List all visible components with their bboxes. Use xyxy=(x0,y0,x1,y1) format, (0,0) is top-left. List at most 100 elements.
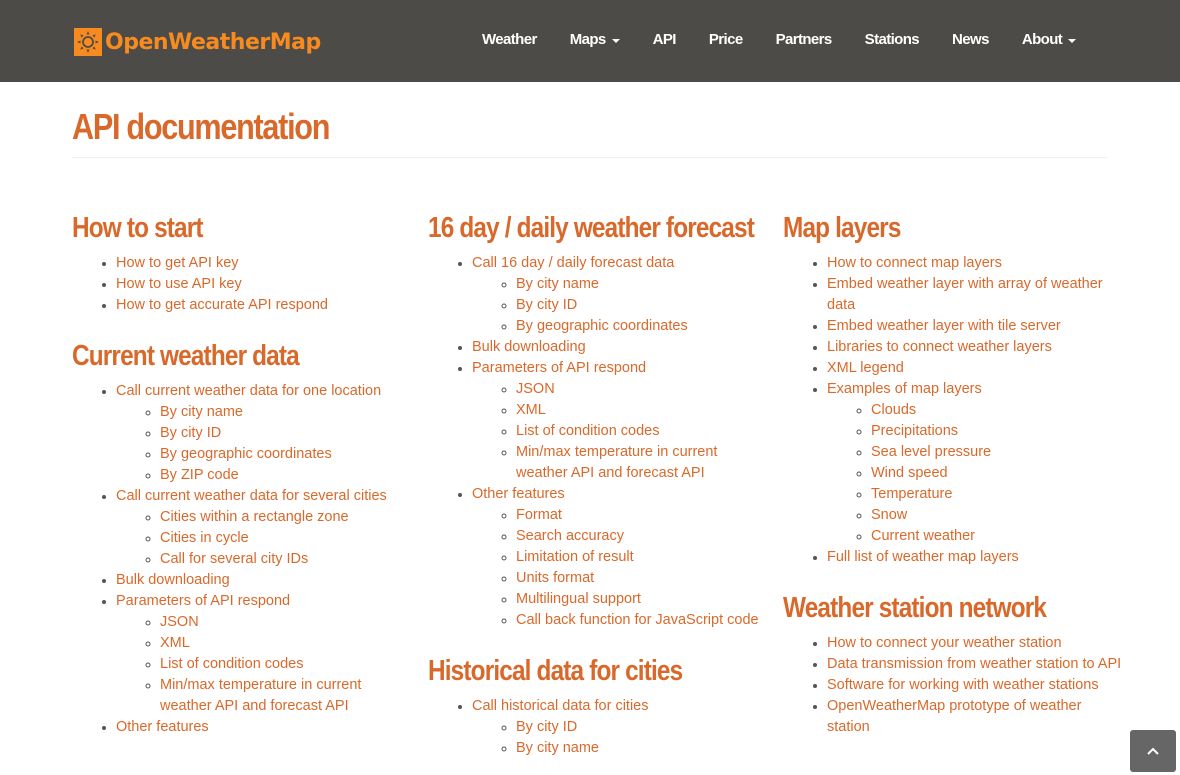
doc-link[interactable]: How to use API key xyxy=(116,276,242,292)
doc-link[interactable]: Call historical data for cities xyxy=(472,698,649,714)
doc-link[interactable]: Call current weather data for several ci… xyxy=(116,488,387,504)
doc-link[interactable]: Search accuracy xyxy=(516,528,624,544)
doc-link[interactable]: By geographic coordinates xyxy=(160,446,332,462)
doc-link[interactable]: XML xyxy=(516,402,546,418)
nav-api[interactable]: API xyxy=(653,31,677,48)
forecast-16-list: Call 16 day / daily forecast data By cit… xyxy=(428,253,768,631)
doc-link[interactable]: Call 16 day / daily forecast data xyxy=(472,255,674,271)
doc-link[interactable]: By ZIP code xyxy=(160,467,239,483)
sub-list-item: By city ID xyxy=(516,295,768,316)
doc-link[interactable]: Call for several city IDs xyxy=(160,551,308,567)
doc-link[interactable]: Parameters of API respond xyxy=(116,593,290,609)
sub-list-item: XML xyxy=(516,400,768,421)
doc-link[interactable]: Snow xyxy=(871,507,907,523)
doc-link[interactable]: Libraries to connect weather layers xyxy=(827,339,1052,355)
doc-link[interactable]: Format xyxy=(516,507,562,523)
doc-link[interactable]: Other features xyxy=(116,719,209,735)
chevron-up-icon xyxy=(1147,747,1159,755)
brand-name: OpenWeatherMap xyxy=(105,29,321,55)
station-network-list: How to connect your weather station Data… xyxy=(783,633,1123,738)
scroll-to-top-button[interactable] xyxy=(1130,730,1176,772)
doc-link[interactable]: XML xyxy=(160,635,190,651)
doc-link[interactable]: Embed weather layer with tile server xyxy=(827,318,1061,334)
sub-list-item: By city ID xyxy=(160,423,412,444)
doc-link[interactable]: Software for working with weather statio… xyxy=(827,677,1099,693)
doc-link[interactable]: Examples of map layers xyxy=(827,381,982,397)
doc-link[interactable]: How to get accurate API respond xyxy=(116,297,328,313)
doc-link[interactable]: How to connect map layers xyxy=(827,255,1002,271)
list-item: Libraries to connect weather layers xyxy=(827,337,1123,358)
doc-link[interactable]: By city ID xyxy=(160,425,221,441)
doc-link[interactable]: How to connect your weather station xyxy=(827,635,1062,651)
doc-link[interactable]: Wind speed xyxy=(871,465,948,481)
doc-link[interactable]: List of condition codes xyxy=(516,423,659,439)
doc-link[interactable]: Cities in cycle xyxy=(160,530,249,546)
doc-link[interactable]: Full list of weather map layers xyxy=(827,549,1019,565)
doc-link[interactable]: XML legend xyxy=(827,360,904,376)
list-item: Call current weather data for one locati… xyxy=(116,381,412,486)
doc-link[interactable]: Data transmission from weather station t… xyxy=(827,656,1121,672)
list-item: OpenWeatherMap prototype of weather stat… xyxy=(827,696,1123,738)
list-item: How to use API key xyxy=(116,274,412,295)
nav-maps[interactable]: Maps xyxy=(570,31,620,48)
sun-icon xyxy=(74,28,102,56)
doc-link[interactable]: By city name xyxy=(160,404,243,420)
doc-link[interactable]: By city name xyxy=(516,740,599,756)
column-left: How to start How to get API key How to u… xyxy=(72,208,412,748)
list-item: XML legend xyxy=(827,358,1123,379)
doc-link[interactable]: Limitation of result xyxy=(516,549,634,565)
doc-link[interactable]: OpenWeatherMap prototype of weather stat… xyxy=(827,698,1081,735)
doc-link[interactable]: Sea level pressure xyxy=(871,444,991,460)
doc-link[interactable]: By city ID xyxy=(516,297,577,313)
sub-list-item: Limitation of result xyxy=(516,547,768,568)
doc-link[interactable]: Current weather xyxy=(871,528,975,544)
list-item: Data transmission from weather station t… xyxy=(827,654,1123,675)
nav-label: News xyxy=(952,31,989,48)
doc-link[interactable]: Embed weather layer with array of weathe… xyxy=(827,276,1103,313)
sub-list-item: Snow xyxy=(871,505,1123,526)
doc-link[interactable]: Call current weather data for one locati… xyxy=(116,383,381,399)
doc-link[interactable]: Min/max temperature in current weather A… xyxy=(160,677,361,714)
doc-link[interactable]: Temperature xyxy=(871,486,952,502)
nav-about[interactable]: About xyxy=(1021,31,1077,48)
sub-list-item: By ZIP code xyxy=(160,465,412,486)
list-item: Bulk downloading xyxy=(472,337,768,358)
sub-list-item: Cities in cycle xyxy=(160,528,412,549)
doc-link[interactable]: By city name xyxy=(516,276,599,292)
doc-link[interactable]: Min/max temperature in current weather A… xyxy=(516,444,717,481)
nav-partners[interactable]: Partners xyxy=(776,31,833,48)
doc-link[interactable]: How to get API key xyxy=(116,255,239,271)
doc-link[interactable]: Clouds xyxy=(871,402,916,418)
nav-news[interactable]: News xyxy=(952,31,989,48)
section-title-map-layers: Map layers xyxy=(783,212,901,244)
doc-link[interactable]: Bulk downloading xyxy=(116,572,230,588)
sub-list-item: Format xyxy=(516,505,768,526)
doc-link[interactable]: By city ID xyxy=(516,719,577,735)
nav-weather[interactable]: Weather xyxy=(482,31,537,48)
doc-link[interactable]: Cities within a rectangle zone xyxy=(160,509,349,525)
nav-label: About xyxy=(1021,31,1063,48)
doc-link[interactable]: JSON xyxy=(516,381,555,397)
sub-list-item: By city ID xyxy=(516,717,768,738)
doc-link[interactable]: Other features xyxy=(472,486,565,502)
nav-price[interactable]: Price xyxy=(709,31,743,48)
list-item: How to get accurate API respond xyxy=(116,295,412,316)
sub-list-item: Current weather xyxy=(871,526,1123,547)
historical-list: Call historical data for cities By city … xyxy=(428,696,768,759)
doc-link[interactable]: Multilingual support xyxy=(516,591,641,607)
sub-list-item: Precipitations xyxy=(871,421,1123,442)
doc-link[interactable]: Parameters of API respond xyxy=(472,360,646,376)
list-item: How to get API key xyxy=(116,253,412,274)
doc-link[interactable]: Precipitations xyxy=(871,423,958,439)
doc-link[interactable]: JSON xyxy=(160,614,199,630)
sub-list-item: Cities within a rectangle zone xyxy=(160,507,412,528)
page-title: API documentation xyxy=(72,106,330,147)
doc-link[interactable]: Call back function for JavaScript code xyxy=(516,612,759,628)
doc-link[interactable]: Bulk downloading xyxy=(472,339,586,355)
doc-link[interactable]: Units format xyxy=(516,570,594,586)
brand-logo[interactable]: OpenWeatherMap xyxy=(74,28,321,56)
nav-stations[interactable]: Stations xyxy=(865,31,920,48)
doc-link[interactable]: List of condition codes xyxy=(160,656,303,672)
doc-link[interactable]: By geographic coordinates xyxy=(516,318,688,334)
sub-list-item: Multilingual support xyxy=(516,589,768,610)
